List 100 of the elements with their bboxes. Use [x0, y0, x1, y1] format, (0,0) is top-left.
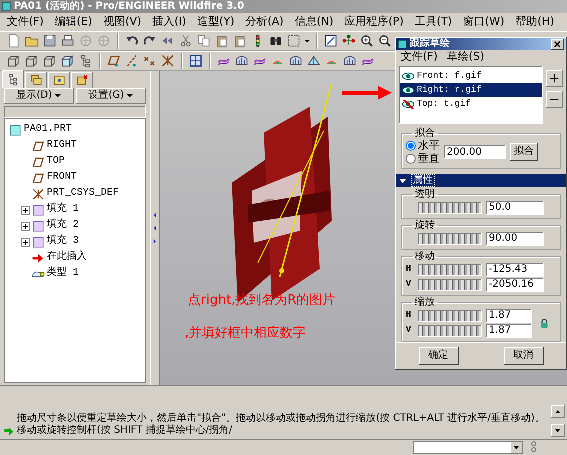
shaded-cube-icon[interactable] [61, 54, 75, 68]
surface-icon[interactable] [307, 54, 321, 68]
tree-item[interactable]: RIGHT [47, 140, 78, 152]
tree-item[interactable]: 填充 3 [47, 236, 80, 248]
close-button[interactable] [551, 38, 564, 50]
window-icon [2, 2, 11, 11]
scroll-up-button[interactable] [551, 405, 565, 418]
insert-here-icon [32, 252, 45, 264]
thumbwheel[interactable] [418, 264, 482, 276]
coordinate-system-icon[interactable] [161, 54, 175, 68]
add-button[interactable] [546, 70, 563, 87]
datum-axis-icon[interactable] [125, 54, 139, 68]
navigator-tab[interactable] [2, 70, 24, 88]
cube-icon[interactable] [43, 54, 57, 68]
navigator-tab[interactable] [48, 72, 70, 88]
menu-item[interactable]: 帮助(H) [514, 15, 556, 29]
menu-item[interactable]: 分析(A) [244, 15, 285, 29]
menu-item[interactable]: 插入(I) [152, 15, 188, 29]
dropdown-button[interactable]: 显示(D) [4, 88, 74, 104]
value-field[interactable]: 200.00 [444, 145, 506, 159]
radio-button[interactable] [406, 154, 416, 164]
copy-icon[interactable] [197, 34, 211, 48]
menu-item[interactable]: 应用程序(P) [344, 15, 405, 29]
cancel-button[interactable]: 取消 [504, 347, 544, 365]
tree-item[interactable]: PRT_CSYS_DEF [47, 188, 120, 200]
value-field[interactable]: -125.43 [486, 262, 544, 276]
surface-icon[interactable] [343, 54, 357, 68]
sketch-list-item[interactable]: Top: t.gif [400, 97, 542, 111]
menu-item[interactable]: 造型(Y) [196, 15, 236, 29]
thumbwheel[interactable] [418, 202, 482, 214]
menu-item[interactable]: 信息(N) [294, 15, 335, 29]
value-field[interactable]: -2050.16 [486, 278, 544, 292]
grid-icon[interactable] [189, 54, 203, 68]
tree-item[interactable]: FRONT [47, 172, 78, 184]
selection-box-icon[interactable] [287, 34, 301, 48]
tree-item[interactable]: TOP [47, 156, 66, 168]
zoom-out-icon[interactable] [378, 34, 392, 48]
eye-icon[interactable] [402, 72, 415, 80]
model-tree-icon[interactable] [79, 54, 93, 68]
expand-arrow-icon[interactable] [152, 238, 158, 244]
layers-icon [30, 74, 42, 87]
network-icon[interactable] [342, 34, 356, 48]
hidden-eye-icon[interactable] [402, 100, 415, 108]
cube-icon[interactable] [25, 54, 39, 68]
thumbwheel[interactable] [418, 232, 482, 244]
ok-button[interactable]: 确定 [418, 347, 458, 365]
scroll-down-button[interactable] [551, 424, 565, 437]
sketch-list-item[interactable]: Right: r.gif [400, 83, 542, 97]
sketch-icon[interactable] [324, 34, 338, 48]
printer-icon[interactable] [61, 34, 75, 48]
eye-icon[interactable] [402, 86, 415, 94]
tree-item[interactable]: 填充 2 [47, 220, 80, 232]
menu-item[interactable]: 窗口(W) [462, 15, 506, 29]
undo-icon[interactable] [125, 34, 139, 48]
status-dropdown[interactable] [413, 440, 523, 454]
section-header[interactable]: 属性 [411, 174, 435, 187]
value-field[interactable]: 1.87 [486, 324, 532, 338]
paste-icon[interactable] [215, 34, 229, 48]
menu-item[interactable]: 视图(V) [102, 15, 143, 29]
zoom-in-icon[interactable] [360, 34, 374, 48]
expand-icon[interactable] [21, 238, 30, 246]
fit-button[interactable]: 拟合 [510, 143, 538, 161]
tree-item[interactable]: 在此插入 [47, 252, 87, 264]
thumbwheel[interactable] [418, 324, 482, 336]
value-field[interactable]: 1.87 [486, 308, 532, 322]
close-icon [554, 40, 561, 48]
menu-item[interactable]: 文件(F) [6, 15, 45, 29]
value-field[interactable]: 90.00 [486, 232, 544, 246]
paste-icon[interactable] [233, 34, 247, 48]
dropdown-button[interactable]: 设置(G) [76, 88, 146, 104]
tree-item[interactable]: 类型 1 [47, 268, 80, 280]
cube-icon[interactable] [7, 54, 21, 68]
navigator-tab[interactable] [25, 72, 47, 88]
value-field[interactable]: 50.0 [486, 200, 544, 214]
expand-icon[interactable] [21, 222, 30, 230]
sketch-list-item[interactable]: Front: f.gif [400, 69, 542, 83]
group-title: 移动 [414, 251, 436, 262]
navigator-tab[interactable] [71, 72, 93, 88]
radio-button[interactable] [406, 140, 416, 150]
menu-item[interactable]: 文件(F) [400, 50, 439, 64]
lock-icon[interactable] [540, 318, 549, 328]
surface-icon[interactable] [235, 54, 249, 68]
folder-icon[interactable] [25, 34, 39, 48]
datum-point-icon[interactable] [143, 54, 157, 68]
collapse-icon[interactable] [399, 176, 407, 184]
surface-icon[interactable] [289, 54, 303, 68]
remove-button[interactable] [546, 91, 563, 108]
thumbwheel[interactable] [418, 310, 482, 322]
thumbwheel[interactable] [418, 278, 482, 290]
document-icon[interactable] [7, 34, 21, 48]
expand-icon[interactable] [21, 206, 30, 214]
redo-icon[interactable] [143, 34, 157, 48]
datum-plane-icon[interactable] [107, 54, 121, 68]
menu-item[interactable]: 工具(T) [414, 15, 454, 29]
window-icon [398, 40, 407, 49]
scissors-icon[interactable] [179, 34, 193, 48]
tree-item[interactable]: 填充 1 [47, 204, 80, 216]
menu-item[interactable]: 草绘(S) [446, 50, 486, 64]
tree-item[interactable]: PA01.PRT [24, 124, 72, 136]
menu-item[interactable]: 编辑(E) [54, 15, 94, 29]
